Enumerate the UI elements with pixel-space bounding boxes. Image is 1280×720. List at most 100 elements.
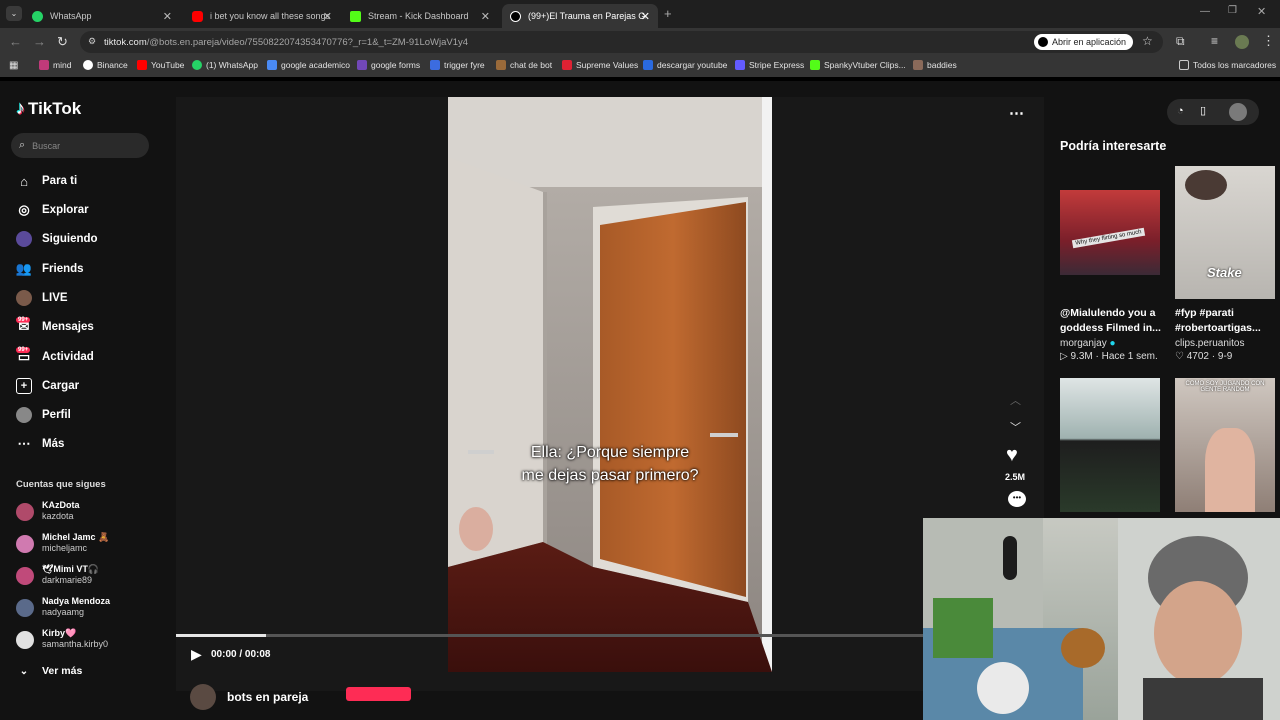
- nav-live[interactable]: LIVE: [16, 290, 68, 306]
- bookmark-whatsapp[interactable]: (1) WhatsApp: [192, 60, 258, 70]
- bookmark-supreme-values[interactable]: Supreme Values: [562, 60, 638, 70]
- bookmark-label: trigger fyre: [444, 60, 485, 70]
- nav-siguiendo[interactable]: Siguiendo: [16, 231, 98, 247]
- person-silhouette: [1185, 170, 1227, 200]
- comment-button[interactable]: •••: [1008, 491, 1026, 507]
- bookmark-binance[interactable]: Binance: [83, 60, 128, 70]
- followed-account[interactable]: Nadya Mendoza nadyaamg: [16, 596, 110, 618]
- tab-youtube[interactable]: i bet you know all these songs ✕: [184, 4, 340, 28]
- search-placeholder: Buscar: [32, 140, 61, 151]
- apps-icon[interactable]: ▦: [9, 60, 18, 71]
- rec-meta: ▷ 9.3M · Hace 1 sem.: [1060, 351, 1170, 362]
- video-frame[interactable]: Ella: ¿Porque siempre me dejas pasar pri…: [448, 97, 772, 672]
- tab-list-dropdown-icon[interactable]: ⌄: [6, 6, 22, 21]
- tab-whatsapp[interactable]: WhatsApp ✕: [24, 4, 180, 28]
- nav-perfil[interactable]: Perfil: [16, 407, 71, 423]
- close-tab-icon[interactable]: ✕: [163, 10, 172, 23]
- followed-account[interactable]: 🕊Mimi VT🎧 darkmarie89: [16, 564, 99, 586]
- tab-tiktok[interactable]: (99+)El Trauma en Parejas Gam ✕: [502, 4, 658, 28]
- more-options-icon[interactable]: ⋯: [1009, 104, 1024, 122]
- reload-icon[interactable]: ↻: [57, 34, 68, 50]
- bookmark-trigger-fyre[interactable]: trigger fyre: [430, 60, 485, 70]
- friends-icon: 👥: [15, 261, 33, 276]
- bookmark-chat-de-bot[interactable]: chat de bot: [496, 60, 552, 70]
- chrome-menu-icon[interactable]: ⋮: [1262, 33, 1275, 49]
- youtube-icon: [192, 10, 203, 22]
- close-tab-icon[interactable]: ✕: [641, 10, 650, 23]
- bookmark-mind[interactable]: mind: [39, 60, 71, 70]
- tab-kick[interactable]: Stream - Kick Dashboard ✕: [342, 4, 498, 28]
- nav-mensajes[interactable]: ✉ Mensajes: [16, 319, 94, 335]
- forward-icon[interactable]: →: [33, 34, 46, 49]
- bookmark-youtube[interactable]: YouTube: [137, 60, 184, 70]
- bookmark-label: Stripe Express: [749, 60, 805, 70]
- search-input[interactable]: ⌕ Buscar: [11, 133, 149, 158]
- bookmark-icon: [496, 60, 506, 70]
- bookmark-baddies[interactable]: baddies: [913, 60, 957, 70]
- address-bar[interactable]: ⚙ tiktok.com/@bots.en.pareja/video/75508…: [80, 31, 1163, 53]
- bookmark-spanky-clips[interactable]: SpankyVtuber Clips...: [810, 60, 906, 70]
- recommended-thumbnail[interactable]: Why they flirting so much: [1060, 190, 1160, 275]
- followed-account[interactable]: Kirby🩷 samantha.kirby0: [16, 628, 108, 650]
- bookmark-google-academico[interactable]: google academico: [267, 60, 350, 70]
- progress-fill: [176, 634, 266, 637]
- media-control-icon[interactable]: ≡: [1211, 34, 1218, 48]
- follow-button[interactable]: [346, 687, 411, 701]
- recommended-thumbnail[interactable]: COMO SOY JUGANDO CON GENTE RANDOM: [1175, 378, 1275, 512]
- bookmark-label: YouTube: [151, 60, 185, 70]
- compass-icon: ◎: [18, 202, 30, 217]
- tiktok-icon: [510, 10, 521, 22]
- all-bookmarks[interactable]: Todos los marcadores: [1179, 60, 1276, 70]
- next-video-icon[interactable]: ﹀: [1010, 419, 1021, 435]
- account-user: samantha.kirby0: [42, 639, 109, 649]
- youtube-icon: [137, 60, 147, 70]
- nav-cargar[interactable]: + Cargar: [16, 378, 79, 394]
- close-tab-icon[interactable]: ✕: [323, 10, 332, 23]
- new-tab-icon[interactable]: +: [664, 6, 672, 21]
- recommended-item[interactable]: @Mialulendo you a goddess Filmed in... m…: [1060, 306, 1170, 362]
- bookmark-label: descargar youtube: [657, 60, 728, 70]
- nav-mas[interactable]: ⋯ Más: [16, 436, 65, 452]
- bookmark-descargar-youtube[interactable]: descargar youtube: [643, 60, 727, 70]
- bookmark-icon: [562, 60, 572, 70]
- avatar: [16, 599, 34, 617]
- nav-friends[interactable]: 👥 Friends: [16, 261, 84, 277]
- recommended-thumbnail[interactable]: Stake: [1175, 166, 1275, 299]
- more-icon: ⋯: [17, 436, 31, 451]
- back-icon[interactable]: ←: [9, 34, 22, 49]
- site-info-icon[interactable]: ⚙: [88, 36, 96, 47]
- open-in-app-button[interactable]: Abrir en aplicación: [1034, 34, 1134, 50]
- previous-video-icon[interactable]: ︿: [1010, 392, 1021, 408]
- extensions-icon[interactable]: ⧉: [1176, 34, 1185, 49]
- tab-label: WhatsApp: [50, 11, 92, 21]
- coins-icon[interactable]: ◔: [1177, 105, 1184, 117]
- play-button[interactable]: ▶: [191, 646, 202, 663]
- bookmark-star-icon[interactable]: ☆: [1142, 34, 1153, 48]
- nav-para-ti[interactable]: ⌂ Para ti: [16, 173, 77, 189]
- followed-account[interactable]: Michel Jamc 🧸 micheljamc: [16, 532, 109, 554]
- bookmark-google-forms[interactable]: google forms: [357, 60, 420, 70]
- minimize-icon[interactable]: —: [1200, 6, 1210, 17]
- tiktok-logo[interactable]: ♪ TikTok: [16, 98, 81, 119]
- recommended-item[interactable]: #fyp #parati #robertoartigas... clips.pe…: [1175, 306, 1275, 362]
- profile-avatar[interactable]: [1235, 35, 1249, 49]
- maximize-icon[interactable]: ❐: [1228, 5, 1237, 16]
- author-row[interactable]: bots en pareja: [190, 684, 308, 710]
- see-more-button[interactable]: ⌄ Ver más: [16, 663, 83, 679]
- nav-actividad[interactable]: ▭ Actividad: [16, 349, 94, 365]
- recommended-title: Podría interesarte: [1060, 139, 1167, 153]
- avatar[interactable]: [1229, 103, 1247, 121]
- close-tab-icon[interactable]: ✕: [481, 10, 490, 23]
- recommended-thumbnail[interactable]: [1060, 378, 1160, 512]
- caption-line: Ella: ¿Porque siempre: [530, 444, 690, 461]
- close-window-icon[interactable]: ✕: [1257, 5, 1266, 18]
- followed-account[interactable]: KAzDota kazdota: [16, 500, 80, 522]
- bookmark-stripe-express[interactable]: Stripe Express: [735, 60, 804, 70]
- bookmark-label: chat de bot: [510, 60, 553, 70]
- nav-explorar[interactable]: ◎ Explorar: [16, 202, 88, 218]
- bookmark-label: google academico: [281, 60, 350, 70]
- device-icon[interactable]: ▯: [1200, 104, 1206, 117]
- account-name: Nadya Mendoza: [42, 596, 111, 606]
- progress-track[interactable]: [176, 634, 923, 637]
- like-button[interactable]: ♥: [1006, 444, 1018, 467]
